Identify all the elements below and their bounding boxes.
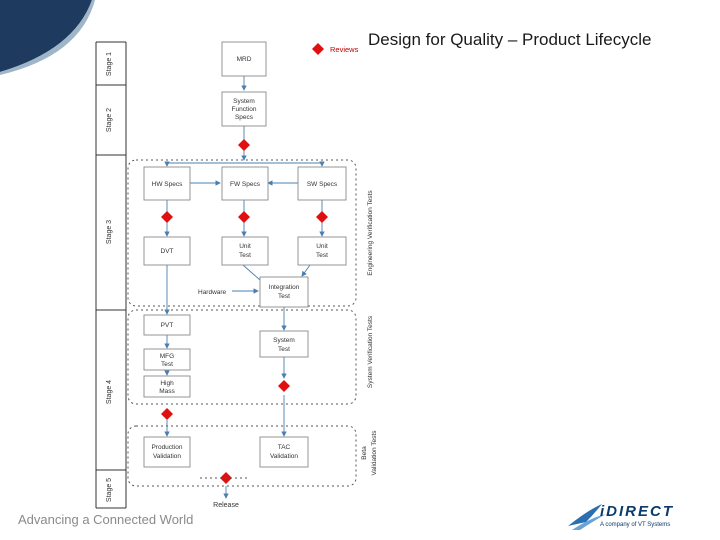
review-diamond-legend <box>312 43 324 55</box>
high-mass-text-1: High <box>160 380 174 387</box>
stage-5-label: Stage 5 <box>106 478 113 502</box>
review-diamond-high-mass <box>161 408 173 420</box>
release-label: Release <box>213 502 239 509</box>
hw-specs-text: HW Specs <box>152 181 183 188</box>
tac-validation-text-2: Validation <box>270 453 298 460</box>
unit-test-1-text-1: Unit <box>239 243 251 250</box>
hardware-label: Hardware <box>198 289 227 296</box>
pvt-text: PVT <box>161 322 174 329</box>
review-diamond-system-test <box>278 380 290 392</box>
stage-column: Stage 1 Stage 2 Stage 3 Stage 4 Stage 5 <box>95 41 127 509</box>
dvt-text: DVT <box>161 248 174 255</box>
production-validation-text-1: Production <box>151 444 182 451</box>
footer-tagline: Advancing a Connected World <box>18 512 194 527</box>
integration-test-text-2: Test <box>278 293 290 300</box>
review-diamond-hw <box>161 211 173 223</box>
review-diamond-sw <box>316 211 328 223</box>
high-mass-text-2: Mass <box>159 388 175 395</box>
unit-test-1-text-2: Test <box>239 252 251 259</box>
system-test-text-1: System <box>273 337 295 344</box>
engineering-verification-label: Engineering Verification Tests <box>367 190 374 276</box>
mrd-text: MRD <box>237 56 252 63</box>
mfg-test-text-2: Test <box>161 361 173 368</box>
system-function-specs-text-2: Function <box>232 106 257 113</box>
sw-specs-text: SW Specs <box>307 181 338 188</box>
system-test-box <box>259 330 309 358</box>
system-function-specs-text-1: System <box>233 98 255 105</box>
unit-test-box-2 <box>297 236 347 266</box>
reviews-legend-label: Reviews <box>330 45 359 54</box>
stage-4-label: Stage 4 <box>106 380 113 404</box>
production-validation-box <box>143 436 191 468</box>
stage-2-label: Stage 2 <box>106 108 113 132</box>
integration-test-box <box>259 276 309 308</box>
stage-1-label: Stage 1 <box>106 52 113 76</box>
review-diamond-fw <box>238 211 250 223</box>
tac-validation-box <box>259 436 309 468</box>
unit-test-box-1 <box>221 236 269 266</box>
stage-3-label: Stage 3 <box>106 220 113 244</box>
integration-test-text-1: Integration <box>269 284 300 291</box>
unit-test-2-text-2: Test <box>316 252 328 259</box>
fw-specs-text: FW Specs <box>230 181 261 188</box>
mfg-test-text-1: MFG <box>160 353 174 360</box>
system-test-text-2: Test <box>278 346 290 353</box>
system-verification-label: System Verification Tests <box>367 315 374 388</box>
beta-validation-label-2: Validation Tests <box>371 430 378 476</box>
production-validation-text-2: Validation <box>153 453 181 460</box>
system-function-specs-text-3: Specs <box>235 114 254 121</box>
tac-validation-text-1: TAC <box>278 444 291 451</box>
beta-validation-label-1: Beta <box>361 446 368 460</box>
review-diamond-stage2 <box>238 139 250 151</box>
logo-tagline: A company of VT Systems <box>600 522 671 528</box>
unit-test-2-text-1: Unit <box>316 243 328 250</box>
idirect-logo: iDIRECT <box>600 503 674 520</box>
lifecycle-diagram: Stage 1 Stage 2 Stage 3 Stage 4 Stage 5 … <box>95 41 378 509</box>
